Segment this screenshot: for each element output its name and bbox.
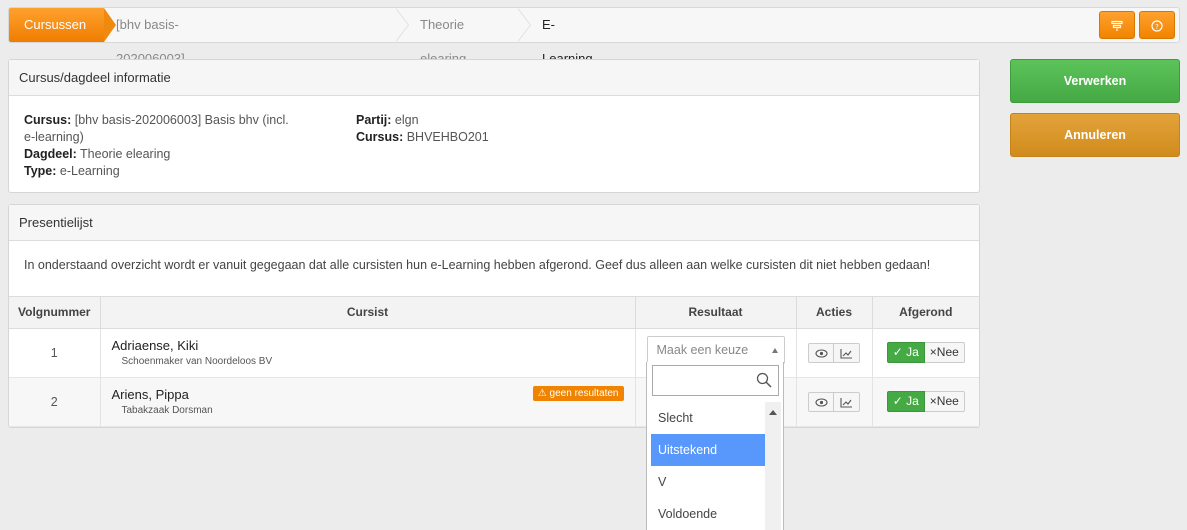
student-name: Adriaense, Kiki xyxy=(111,338,199,353)
breadcrumb-current: E-Learning resultaten verwerken xyxy=(542,17,602,134)
dropdown-scrollbar[interactable] xyxy=(765,402,781,530)
breadcrumb-course[interactable]: [bhv basis-202006003] Basis bhv (incl. e… xyxy=(116,8,185,168)
dropdown-option[interactable]: V xyxy=(651,466,765,498)
completed-no-button[interactable]: ×Nee xyxy=(924,391,965,412)
dropdown-option[interactable]: Voldoende xyxy=(651,498,765,530)
result-select[interactable]: Maak een keuze xyxy=(646,335,785,364)
scroll-up-icon[interactable] xyxy=(769,410,777,415)
dropdown-search-input[interactable] xyxy=(652,365,779,396)
help-button[interactable]: ? xyxy=(1139,11,1175,39)
completed-yes-button[interactable]: ✓ Ja xyxy=(886,391,925,412)
result-dropdown: Slecht Uitstekend V Voldoende xyxy=(646,362,784,530)
filter-button[interactable] xyxy=(1099,11,1135,39)
row-number: 2 xyxy=(9,377,101,427)
info-label: Cursus: xyxy=(24,113,72,127)
panel-title: Presentielijst xyxy=(9,205,979,241)
view-button[interactable] xyxy=(808,391,834,412)
line-chart-icon xyxy=(840,397,852,408)
table-row: 1 Adriaense, Kiki Schoenmaker van Noorde… xyxy=(9,328,979,378)
yes-label: Ja xyxy=(906,345,919,359)
info-label: Dagdeel: xyxy=(24,147,77,161)
close-icon: × xyxy=(929,345,937,359)
dropdown-option[interactable]: Slecht xyxy=(651,402,765,434)
actions-cell xyxy=(796,377,873,427)
info-partij-value: elgn xyxy=(394,113,419,127)
result-select-value: Maak een keuze xyxy=(656,342,749,357)
breadcrumb-cursussen[interactable]: Cursussen xyxy=(9,8,116,42)
info-dagdeel-value: Theorie elearing xyxy=(80,147,171,161)
caret-up-icon xyxy=(771,347,778,353)
completed-cell: ✓ Ja ×Nee xyxy=(872,377,979,427)
search-icon xyxy=(756,372,772,388)
line-chart-icon xyxy=(840,348,852,359)
no-label: Nee xyxy=(936,345,959,359)
cancel-button[interactable]: Annuleren xyxy=(1010,113,1180,157)
info-course-code-value: BHVEHBO201 xyxy=(406,130,489,144)
list-filter-icon xyxy=(1111,20,1123,31)
dropdown-option-highlighted[interactable]: Uitstekend xyxy=(651,434,765,466)
panel-title: Cursus/dagdeel informatie xyxy=(9,60,979,96)
breadcrumb-dagdeel[interactable]: Theorie elearing xyxy=(420,8,466,66)
student-cell: Adriaense, Kiki Schoenmaker van Noordelo… xyxy=(100,328,636,378)
info-column-right: Partij: elgn Cursus: BHVEHBO201 xyxy=(356,112,656,146)
eye-icon xyxy=(815,348,828,358)
breadcrumb-separator xyxy=(517,8,532,42)
completed-no-button[interactable]: ×Nee xyxy=(924,342,965,363)
no-results-label: geen resultaten xyxy=(549,387,619,399)
help-circle-icon: ? xyxy=(1151,19,1163,32)
breadcrumb-bar: Cursussen [bhv basis-202006003] Basis bh… xyxy=(8,7,1180,168)
stats-button[interactable] xyxy=(834,391,860,412)
column-header[interactable]: Volgnummer xyxy=(9,297,101,329)
row-number: 1 xyxy=(9,328,101,378)
close-icon: × xyxy=(929,394,937,408)
info-course-value-cont: e-learning) xyxy=(24,130,84,144)
student-company: Schoenmaker van Noordeloos BV xyxy=(121,356,273,367)
notice-text: In onderstaand overzicht wordt er vanuit… xyxy=(9,241,979,297)
course-info-panel: Cursus/dagdeel informatie Cursus: [bhv b… xyxy=(8,59,980,193)
actions-cell xyxy=(796,328,873,378)
student-cell: Ariens, Pippa Tabakzaak Dorsman ⚠ geen r… xyxy=(100,377,636,427)
table-row: 2 Ariens, Pippa Tabakzaak Dorsman ⚠ geen… xyxy=(9,377,979,427)
completed-cell: ✓ Ja ×Nee xyxy=(872,328,979,378)
column-header: Acties xyxy=(796,297,873,329)
completed-yes-button[interactable]: ✓ Ja xyxy=(886,342,925,363)
svg-text:?: ? xyxy=(1155,23,1159,31)
dropdown-options: Slecht Uitstekend V Voldoende xyxy=(651,402,765,530)
info-course-value: [bhv basis-202006003] Basis bhv (incl. xyxy=(74,113,289,127)
info-label: Partij: xyxy=(356,113,392,127)
info-type-value: e-Learning xyxy=(59,164,120,178)
check-icon: ✓ xyxy=(892,345,903,359)
warning-icon: ⚠ xyxy=(537,387,547,399)
info-label: Type: xyxy=(24,164,57,178)
yes-label: Ja xyxy=(906,394,919,408)
check-icon: ✓ xyxy=(892,394,903,408)
info-column-left: Cursus: [bhv basis-202006003] Basis bhv … xyxy=(24,112,314,180)
attendance-panel: Presentielijst In onderstaand overzicht … xyxy=(8,204,980,428)
breadcrumb-separator xyxy=(395,8,410,42)
attendance-table: Volgnummer Cursist Resultaat Acties Afge… xyxy=(9,297,979,427)
no-results-badge: ⚠ geen resultaten xyxy=(532,385,624,401)
process-button[interactable]: Verwerken xyxy=(1010,59,1180,103)
no-label: Nee xyxy=(936,394,959,408)
view-button[interactable] xyxy=(808,342,834,363)
column-header[interactable]: Resultaat xyxy=(635,297,797,329)
eye-icon xyxy=(815,397,828,407)
info-label: Cursus: xyxy=(356,130,404,144)
column-header: Afgerond xyxy=(872,297,979,329)
stats-button[interactable] xyxy=(834,342,860,363)
table-header-row: Volgnummer Cursist Resultaat Acties Afge… xyxy=(9,297,979,329)
column-header[interactable]: Cursist xyxy=(100,297,636,329)
student-company: Tabakzaak Dorsman xyxy=(121,405,213,416)
